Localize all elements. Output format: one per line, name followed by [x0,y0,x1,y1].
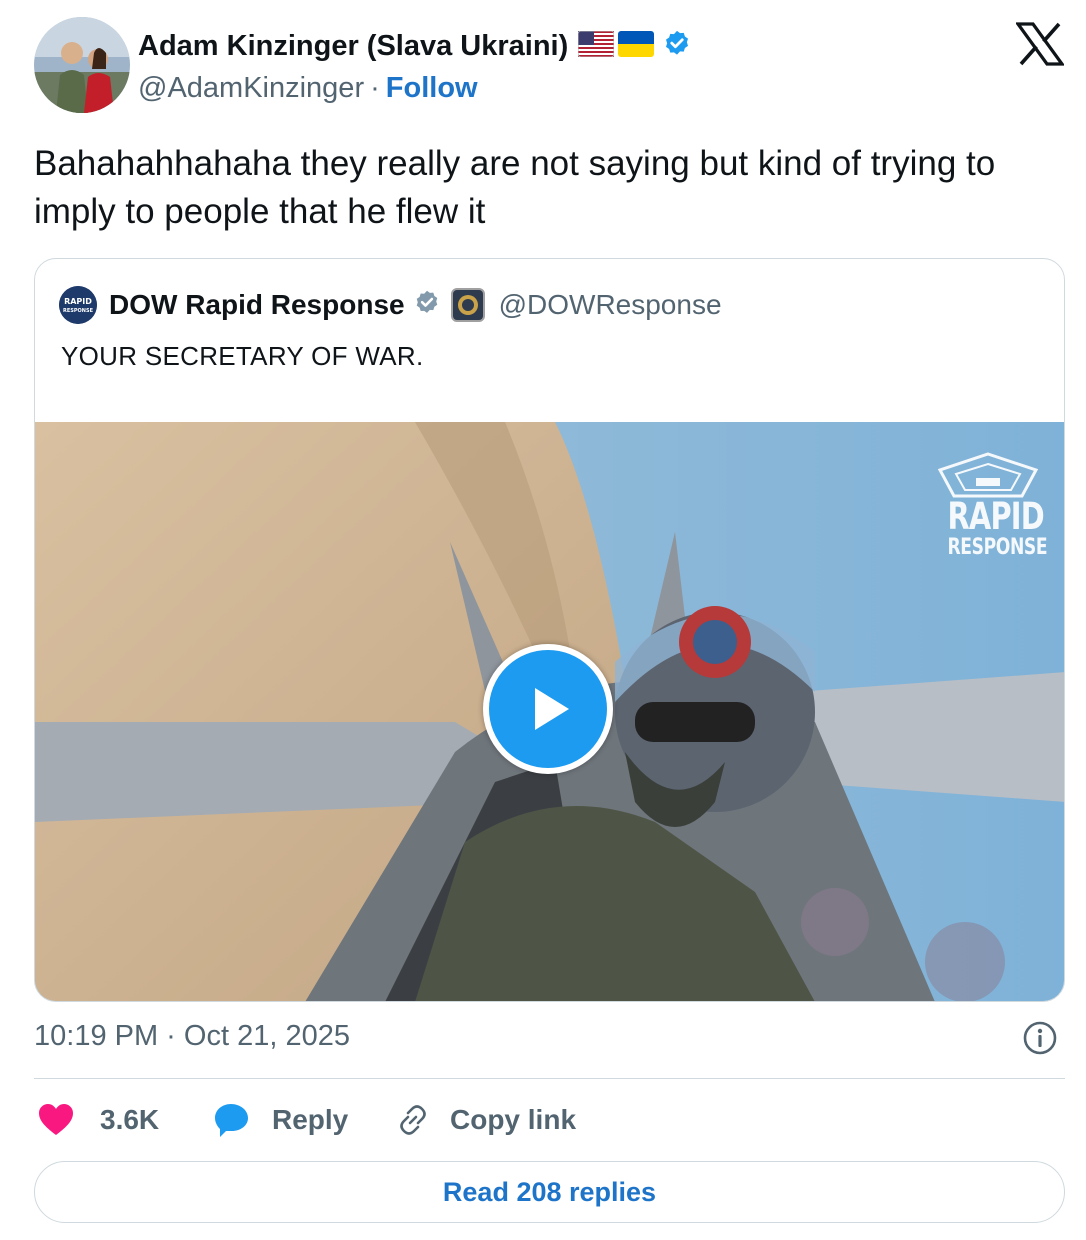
quoted-tweet[interactable]: RAPID RESPONSE DOW Rapid Response @DOWRe… [34,258,1065,1002]
quoted-avatar[interactable]: RAPID RESPONSE [59,286,97,324]
author-handle[interactable]: @AdamKinzinger [138,72,364,105]
info-icon[interactable] [1022,1020,1058,1056]
follow-button[interactable]: Follow [386,72,478,105]
author-avatar[interactable] [34,17,130,113]
author-handle-row: @AdamKinzinger · Follow [138,70,478,106]
play-button[interactable] [483,644,613,774]
reply-label: Reply [272,1104,349,1135]
ukraine-flag-icon [618,30,655,62]
divider [34,1078,1065,1079]
gray-verified-badge-icon [413,289,441,322]
us-flag-icon [577,30,615,62]
heart-icon [39,1104,73,1135]
read-replies-button[interactable]: Read 208 replies [34,1161,1065,1223]
like-button[interactable]: 3.6K [38,1096,159,1144]
watermark-title: RAPID [947,495,1044,538]
rapid-response-watermark: RAPID RESPONSE [936,452,1048,560]
play-icon [535,688,569,730]
pentagon-logo-icon [937,452,1039,498]
quoted-avatar-text: RAPID [64,297,92,306]
tweet-text: Bahahahhahaha they really are not saying… [34,144,996,231]
like-count: 3.6K [100,1104,160,1135]
x-logo-icon[interactable] [1014,22,1066,66]
reply-bubble-icon [215,1104,248,1137]
verified-badge-icon [662,29,692,64]
separator-dot: · [370,71,380,104]
action-bar: 3.6K Reply Copy link [34,1096,1065,1144]
copy-link-label: Copy link [450,1104,577,1135]
quoted-text: YOUR SECRETARY OF WAR. [61,341,424,371]
video-thumbnail[interactable]: RAPID RESPONSE [35,422,1064,1001]
quoted-display-name[interactable]: DOW Rapid Response [109,289,405,321]
reply-button[interactable]: Reply [214,1096,348,1144]
tweet-embed-card: Adam Kinzinger (Slava Ukraini) @AdamKinz… [0,0,1086,1240]
link-icon [400,1105,426,1135]
copy-link-button[interactable]: Copy link [396,1096,576,1144]
author-name-row: Adam Kinzinger (Slava Ukraini) [138,26,692,66]
quoted-handle[interactable]: @DOWResponse [499,289,722,321]
tweet-timestamp[interactable]: 10:19 PM · Oct 21, 2025 [34,1020,350,1053]
watermark-subtitle: RESPONSE [947,535,1048,560]
read-replies-label: Read 208 replies [442,1176,657,1207]
quoted-avatar-subtext: RESPONSE [63,308,94,314]
government-affiliation-badge-icon [450,288,485,322]
author-display-name[interactable]: Adam Kinzinger (Slava Ukraini) [138,30,568,63]
quoted-header: RAPID RESPONSE DOW Rapid Response @DOWRe… [59,286,722,324]
